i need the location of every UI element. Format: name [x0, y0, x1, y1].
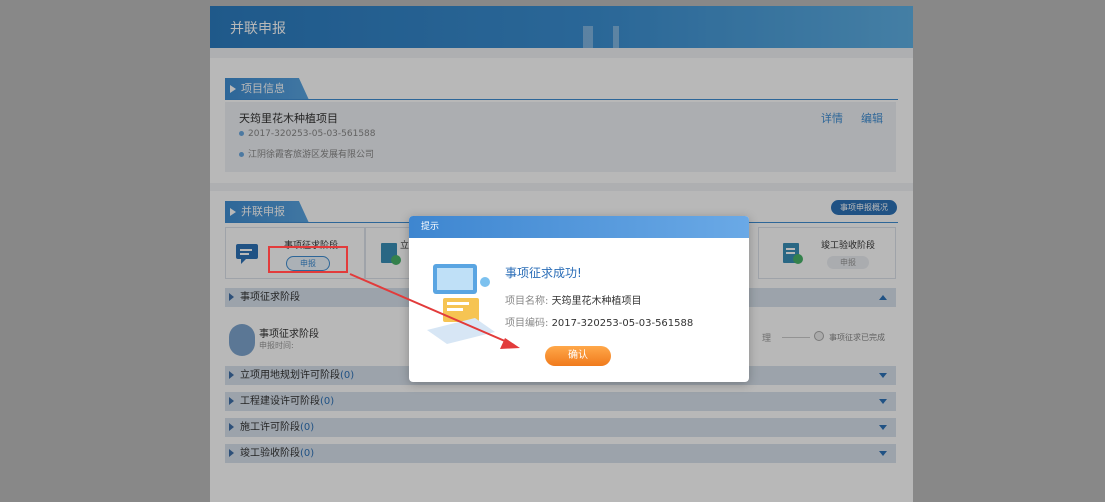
- annotation-arrow: [349, 273, 520, 349]
